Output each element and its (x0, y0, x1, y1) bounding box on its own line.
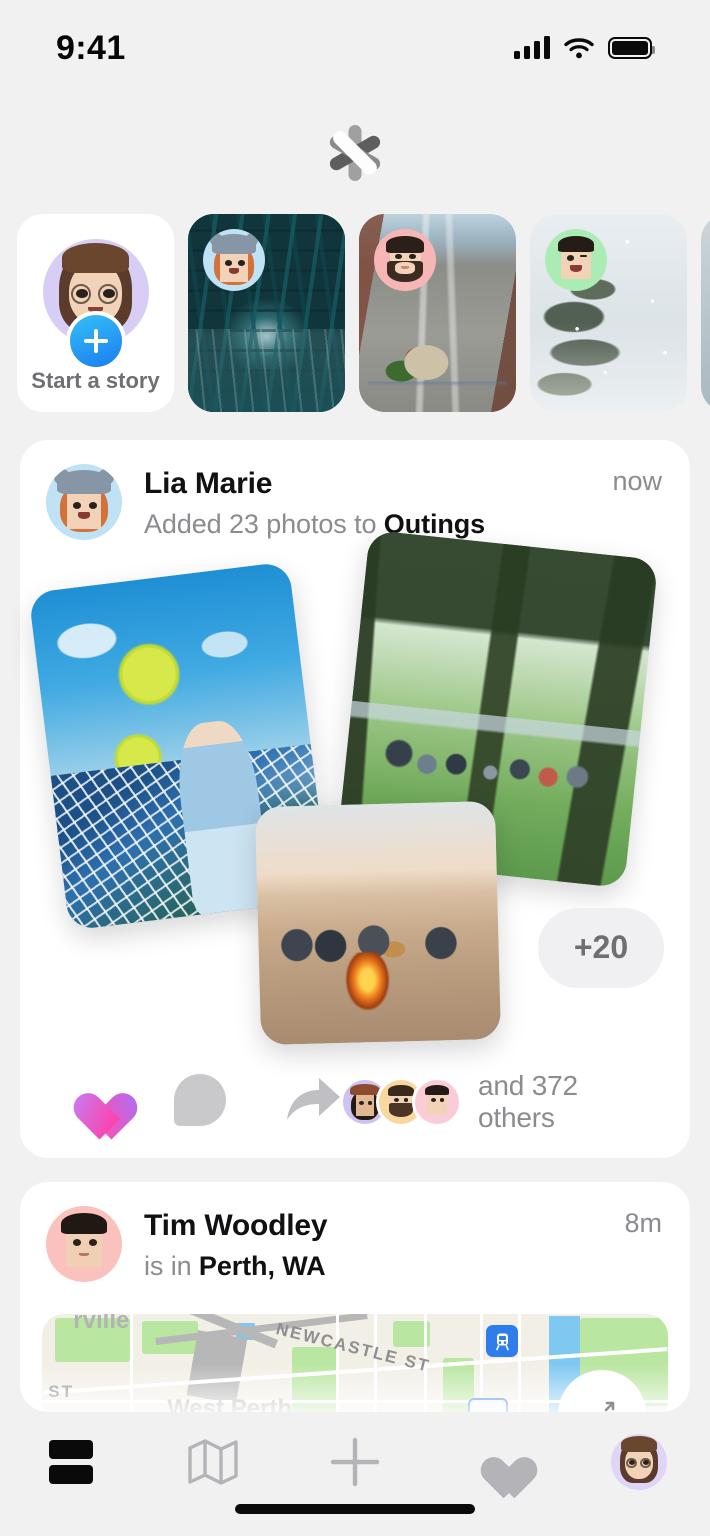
tab-activity[interactable] (426, 1430, 568, 1494)
post-action-prefix: Added 23 photos to (144, 508, 384, 539)
post-likes[interactable]: and 372 others (340, 1070, 660, 1134)
home-indicator (235, 1504, 475, 1514)
asterisk-logo-icon (324, 122, 386, 184)
wifi-icon (564, 38, 594, 59)
likes-count-text: and 372 others (478, 1070, 578, 1133)
story-item-1[interactable] (359, 214, 516, 412)
memoji-avatar-tim[interactable] (46, 1206, 122, 1282)
app-header (0, 118, 710, 188)
post-timestamp: now (612, 466, 662, 496)
memoji-avatar-lia[interactable] (46, 464, 122, 540)
story-item-2[interactable] (530, 214, 687, 412)
post-header: Tim Woodley is in Perth, WA 8m (20, 1182, 690, 1284)
status-bar: 9:41 (0, 0, 710, 96)
status-time: 9:41 (56, 28, 126, 67)
tab-feed[interactable] (0, 1430, 142, 1494)
plus-icon[interactable] (69, 315, 122, 367)
tab-create[interactable] (284, 1430, 426, 1494)
more-photos-badge[interactable]: +20 (538, 907, 664, 988)
share-arrow-icon[interactable] (284, 1074, 340, 1130)
tab-profile[interactable] (568, 1430, 710, 1494)
liker-avatars[interactable] (340, 1077, 462, 1127)
photo-collage: +20 (20, 529, 690, 1056)
feed-icon (49, 1440, 93, 1484)
profile-avatar-icon (611, 1434, 667, 1490)
tab-bar (0, 1412, 710, 1536)
memoji-avatar-green (545, 229, 607, 291)
story-item-0[interactable] (188, 214, 345, 412)
post-card-1: Lia Marie Added 23 photos to Outings now… (20, 440, 690, 1158)
memoji-avatar-liker-3 (412, 1077, 462, 1127)
memoji-avatar-lia (203, 229, 265, 291)
status-indicators (514, 36, 655, 59)
story-start-a-story[interactable]: Start a story (17, 214, 174, 412)
tab-map[interactable] (142, 1430, 284, 1494)
post-author-name[interactable]: Lia Marie (144, 466, 485, 503)
memoji-avatar-beard (374, 229, 436, 291)
post-header-text: Tim Woodley is in Perth, WA (144, 1206, 328, 1284)
battery-full-icon (608, 37, 655, 59)
post-action-prefix: is in (144, 1250, 199, 1281)
map-icon (188, 1439, 238, 1485)
post-header-text: Lia Marie Added 23 photos to Outings (144, 464, 485, 542)
post-card-2: Tim Woodley is in Perth, WA 8m rvi (20, 1182, 690, 1412)
heart-filled-icon[interactable] (64, 1074, 120, 1130)
post-timestamp: 8m (624, 1208, 662, 1238)
beach-bonfire-photo[interactable] (254, 800, 502, 1045)
post-action-text: is in Perth, WA (144, 1249, 327, 1284)
heart-icon (472, 1440, 522, 1485)
comment-bubble-icon[interactable] (174, 1074, 230, 1130)
post-action-target[interactable]: Perth, WA (199, 1251, 326, 1281)
story-item-3[interactable] (701, 214, 710, 412)
partial-photo (701, 214, 710, 412)
signal-bars-icon (514, 36, 550, 59)
post-author-name[interactable]: Tim Woodley (144, 1208, 328, 1245)
post-actions: and 372 others (20, 1046, 690, 1158)
location-map[interactable]: rville NEWCASTLE ST West Perth ST (42, 1314, 668, 1412)
plus-icon (330, 1437, 380, 1487)
story-start-label: Start a story (31, 368, 160, 393)
post-header: Lia Marie Added 23 photos to Outings now (20, 440, 690, 542)
stories-carousel[interactable]: Start a story (0, 214, 710, 412)
